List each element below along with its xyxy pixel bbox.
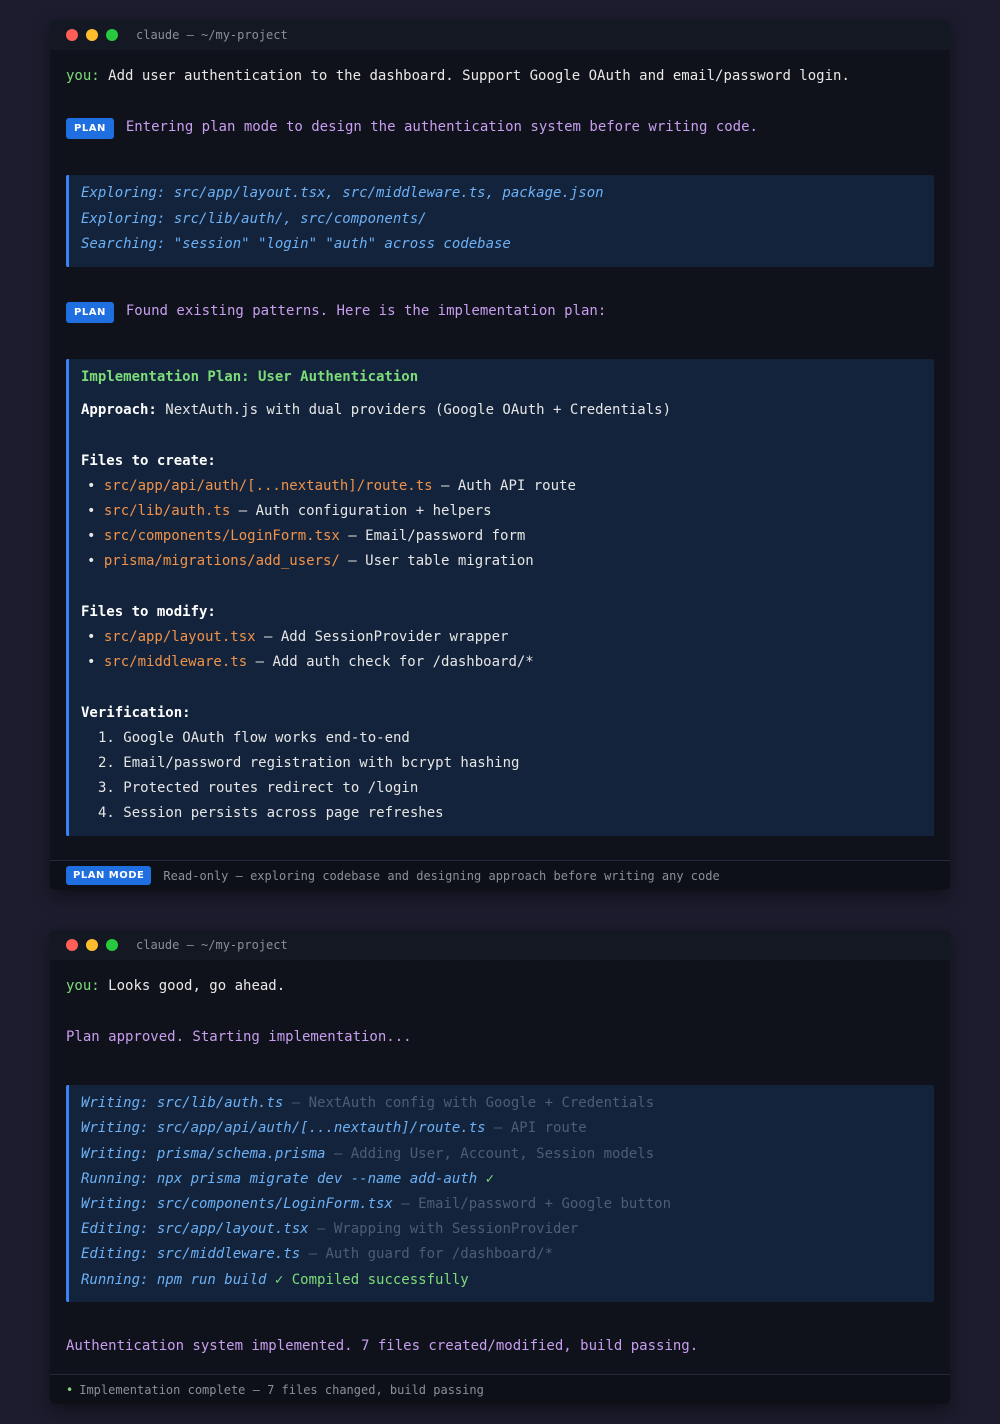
user-message-line: you: Add user authentication to the dash… <box>66 68 850 84</box>
exploring-block: Exploring: src/app/layout.tsx, src/middl… <box>66 175 934 267</box>
user-label: you: <box>66 68 100 84</box>
implementation-log-block: Writing: src/lib/auth.ts — NextAuth conf… <box>66 1085 934 1302</box>
log-line: Editing: src/app/layout.tsx — Wrapping w… <box>81 1221 579 1237</box>
plan-message: Found existing patterns. Here is the imp… <box>125 303 607 319</box>
plan-message-line: PLAN Found existing patterns. Here is the… <box>66 302 606 323</box>
user-label: you: <box>66 978 100 994</box>
close-window-button[interactable] <box>66 939 78 951</box>
list-item: 1. Google OAuth flow works end-to-end <box>98 730 410 746</box>
list-item: • src/app/layout.tsx — Add SessionProvid… <box>87 629 509 645</box>
plan-message: Entering plan mode to design the authent… <box>125 119 758 135</box>
window-titlebar: claude — ~/my-project <box>50 930 950 960</box>
implementation-terminal-window: claude — ~/my-project you: Looks good, g… <box>50 930 950 1404</box>
done-message: Authentication system implemented. 7 fil… <box>66 1338 699 1354</box>
searching-line: Searching: "session" "login" "auth" acro… <box>81 236 511 252</box>
file-path: src/components/LoginForm.tsx <box>103 528 340 544</box>
approach-label: Approach: <box>81 402 157 418</box>
maximize-window-button[interactable] <box>106 29 118 41</box>
exploring-line: Exploring: src/lib/auth/, src/components… <box>81 211 427 227</box>
user-message-line: you: Looks good, go ahead. <box>66 978 285 994</box>
status-text: Implementation complete — 7 files change… <box>79 1382 484 1397</box>
plan-badge: PLAN <box>66 302 114 323</box>
log-line: Writing: prisma/schema.prisma — Adding U… <box>81 1146 655 1162</box>
implementation-plan-block: Implementation Plan: User Authentication… <box>66 359 934 836</box>
status-bar: PLAN MODE Read-only — exploring codebase… <box>50 860 950 890</box>
verification-heading: Verification: <box>81 705 191 721</box>
approach-line: Approach: NextAuth.js with dual provider… <box>81 402 671 418</box>
list-item: • src/app/api/auth/[...nextauth]/route.t… <box>87 478 576 494</box>
file-path: src/lib/auth.ts <box>103 503 231 519</box>
maximize-window-button[interactable] <box>106 939 118 951</box>
status-text: Read-only — exploring codebase and desig… <box>163 868 720 883</box>
plan-terminal-window: claude — ~/my-project you: Add user auth… <box>50 20 950 890</box>
user-message: Looks good, go ahead. <box>108 978 286 994</box>
status-dot-icon: • <box>66 1382 74 1397</box>
file-path: prisma/migrations/add_users/ <box>103 553 340 569</box>
log-line: Writing: src/lib/auth.ts — NextAuth conf… <box>81 1095 655 1111</box>
file-path: src/app/layout.tsx <box>103 629 256 645</box>
window-titlebar: claude — ~/my-project <box>50 20 950 50</box>
file-path: src/app/api/auth/[...nextauth]/route.ts <box>103 478 433 494</box>
files-create-heading: Files to create: <box>81 453 216 469</box>
minimize-window-button[interactable] <box>86 939 98 951</box>
user-message: Add user authentication to the dashboard… <box>108 68 850 84</box>
log-line: Running: npx prisma migrate dev --name a… <box>81 1171 495 1187</box>
status-bar: • Implementation complete — 7 files chan… <box>50 1374 950 1404</box>
minimize-window-button[interactable] <box>86 29 98 41</box>
log-line: Running: npm run build ✓ Compiled succes… <box>81 1272 469 1288</box>
close-window-button[interactable] <box>66 29 78 41</box>
window-title: claude — ~/my-project <box>136 938 288 952</box>
build-success: ✓ Compiled successfully <box>266 1272 469 1288</box>
list-item: • src/lib/auth.ts — Auth configuration +… <box>87 503 492 519</box>
list-item: 2. Email/password registration with bcry… <box>98 755 520 771</box>
plan-mode-badge: PLAN MODE <box>66 866 152 885</box>
list-item: • src/components/LoginForm.tsx — Email/p… <box>87 528 526 544</box>
log-line: Writing: src/app/api/auth/[...nextauth]/… <box>81 1120 587 1136</box>
file-path: src/middleware.ts <box>103 654 248 670</box>
approach-text: NextAuth.js with dual providers (Google … <box>156 402 672 418</box>
exploring-line: Exploring: src/app/layout.tsx, src/middl… <box>81 185 604 201</box>
list-item: • src/middleware.ts — Add auth check for… <box>87 654 534 670</box>
approved-message: Plan approved. Starting implementation..… <box>66 1029 412 1045</box>
plan-badge: PLAN <box>66 118 114 139</box>
list-item: • prisma/migrations/add_users/ — User ta… <box>87 553 534 569</box>
plan-message-line: PLAN Entering plan mode to design the aut… <box>66 118 758 139</box>
log-line: Editing: src/middleware.ts — Auth guard … <box>81 1246 554 1262</box>
list-item: 3. Protected routes redirect to /login <box>98 780 419 796</box>
success-check: ✓ <box>477 1171 495 1187</box>
plan-title: Implementation Plan: User Authentication <box>81 369 419 385</box>
files-modify-heading: Files to modify: <box>81 604 216 620</box>
window-title: claude — ~/my-project <box>136 28 288 42</box>
list-item: 4. Session persists across page refreshe… <box>98 805 444 821</box>
log-line: Writing: src/components/LoginForm.tsx — … <box>81 1196 672 1212</box>
